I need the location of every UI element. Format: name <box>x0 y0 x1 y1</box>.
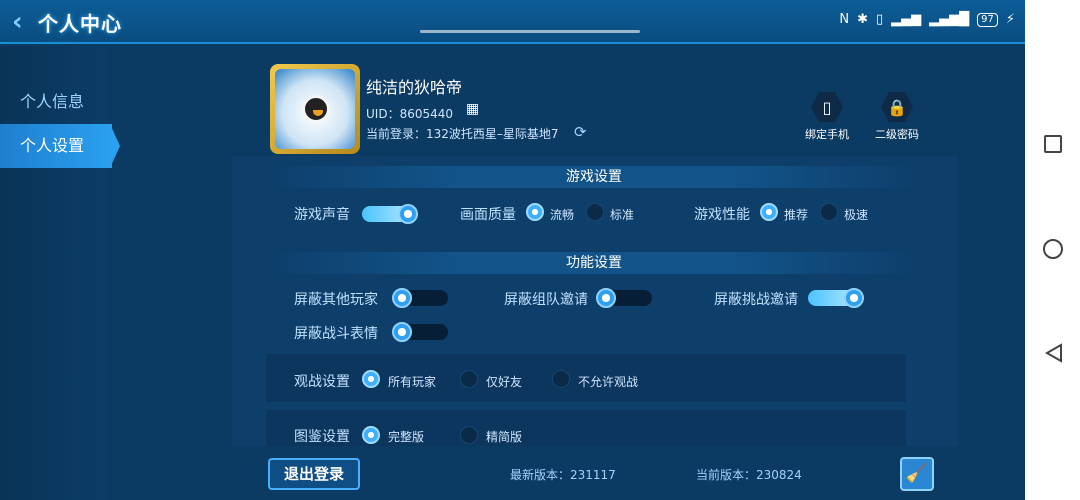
gallery-lite-label: 精简版 <box>486 430 523 444</box>
function-settings-title: 功能设置 <box>264 252 924 274</box>
quality-label: 画面质量 <box>460 207 516 223</box>
current-version-text: 当前版本：230824 <box>696 468 802 482</box>
quality-smooth-label: 流畅 <box>550 208 575 222</box>
secondary-password-button[interactable]: 🔒 二级密码 <box>872 92 922 142</box>
recent-apps-icon[interactable] <box>1044 135 1062 153</box>
block-team-invite-toggle[interactable] <box>596 288 652 308</box>
signal-icon: ▂▄▆ <box>891 12 922 27</box>
performance-recommended-label: 推荐 <box>784 208 809 222</box>
gallery-row <box>266 410 906 446</box>
gallery-lite-radio[interactable] <box>460 426 478 444</box>
quality-smooth-radio[interactable] <box>526 203 544 221</box>
gallery-label: 图鉴设置 <box>294 429 350 445</box>
toggle-knob <box>596 288 616 308</box>
battery-icon: 97 <box>977 12 998 27</box>
latest-version-text: 最新版本：231117 <box>510 468 616 482</box>
toggle-knob <box>392 322 412 342</box>
back-icon[interactable] <box>1043 342 1065 364</box>
avatar[interactable] <box>270 64 360 154</box>
block-players-label: 屏蔽其他玩家 <box>294 292 378 308</box>
spectate-friends-label: 仅好友 <box>486 375 523 389</box>
secondary-password-label: 二级密码 <box>875 128 919 141</box>
spectate-all-label: 所有玩家 <box>388 375 437 389</box>
spectate-none-radio[interactable] <box>552 370 570 388</box>
clear-cache-button[interactable]: 🧹 <box>900 457 934 491</box>
vibrate-icon: ▯ <box>875 12 884 27</box>
home-indicator <box>420 30 640 33</box>
bluetooth-icon: ✱ <box>857 12 868 27</box>
home-icon[interactable] <box>1043 239 1063 259</box>
spectate-friends-radio[interactable] <box>460 370 478 388</box>
settings-panel: 游戏设置 游戏声音 画面质量 流畅 标准 游戏性能 推荐 极速 功能设置 屏蔽其… <box>232 156 958 446</box>
toggle-knob <box>844 288 864 308</box>
logout-button[interactable]: 退出登录 <box>268 458 360 490</box>
sidebar-item-personal-settings[interactable]: 个人设置 <box>0 124 120 168</box>
switch-server-icon[interactable]: ⟳ <box>574 123 590 141</box>
bind-phone-label: 绑定手机 <box>805 128 849 141</box>
performance-label: 游戏性能 <box>694 207 750 223</box>
block-battle-emote-label: 屏蔽战斗表情 <box>294 326 378 342</box>
bind-phone-button[interactable]: ▯ 绑定手机 <box>802 92 852 142</box>
back-arrow-icon[interactable]: ‹ <box>12 8 38 36</box>
toggle-knob <box>392 288 412 308</box>
spectate-label: 观战设置 <box>294 374 350 390</box>
spectate-all-radio[interactable] <box>362 370 380 388</box>
block-players-toggle[interactable] <box>392 288 448 308</box>
block-challenge-invite-label: 屏蔽挑战邀请 <box>714 292 798 308</box>
quality-standard-label: 标准 <box>610 208 635 222</box>
sidebar-item-personal-info[interactable]: 个人信息 <box>0 80 108 124</box>
system-nav-bar <box>1025 0 1080 500</box>
username: 纯洁的狄哈帝 <box>366 78 463 97</box>
sidebar: 个人信息 个人设置 <box>0 46 120 500</box>
performance-fast-radio[interactable] <box>820 203 838 221</box>
gallery-full-radio[interactable] <box>362 426 380 444</box>
phone-icon: ▯ <box>811 92 843 122</box>
performance-fast-label: 极速 <box>844 208 869 222</box>
block-team-invite-label: 屏蔽组队邀请 <box>504 292 588 308</box>
block-battle-emote-toggle[interactable] <box>392 322 448 342</box>
toggle-knob <box>398 204 418 224</box>
performance-recommended-radio[interactable] <box>760 203 778 221</box>
lock-icon: 🔒 <box>881 92 913 122</box>
top-bar: ‹ 个人中心 N ✱ ▯ ▂▄▆ ▂▄▆█ 97 ⚡ <box>0 0 1025 44</box>
wifi-icon: ▂▄▆█ <box>929 12 970 27</box>
broom-icon: 🧹 <box>905 463 929 484</box>
qr-code-icon[interactable]: ▦ <box>466 102 480 116</box>
game-settings-title: 游戏设置 <box>264 166 924 188</box>
current-login-text: 当前登录：132波托西星–星际基地7 <box>366 127 559 141</box>
status-bar: N ✱ ▯ ▂▄▆ ▂▄▆█ 97 ⚡ <box>839 12 1015 27</box>
block-challenge-invite-toggle[interactable] <box>808 288 864 308</box>
quality-standard-radio[interactable] <box>586 203 604 221</box>
game-sound-label: 游戏声音 <box>294 207 350 223</box>
avatar-character <box>302 95 330 123</box>
charging-icon: ⚡ <box>1005 12 1015 27</box>
spectate-none-label: 不允许观战 <box>578 375 639 389</box>
game-sound-toggle[interactable] <box>362 204 418 224</box>
uid-text: UID：8605440 <box>366 107 454 121</box>
gallery-full-label: 完整版 <box>388 430 425 444</box>
nfc-icon: N <box>839 12 850 27</box>
avatar-image <box>275 69 355 149</box>
page-title: 个人中心 <box>38 12 122 36</box>
